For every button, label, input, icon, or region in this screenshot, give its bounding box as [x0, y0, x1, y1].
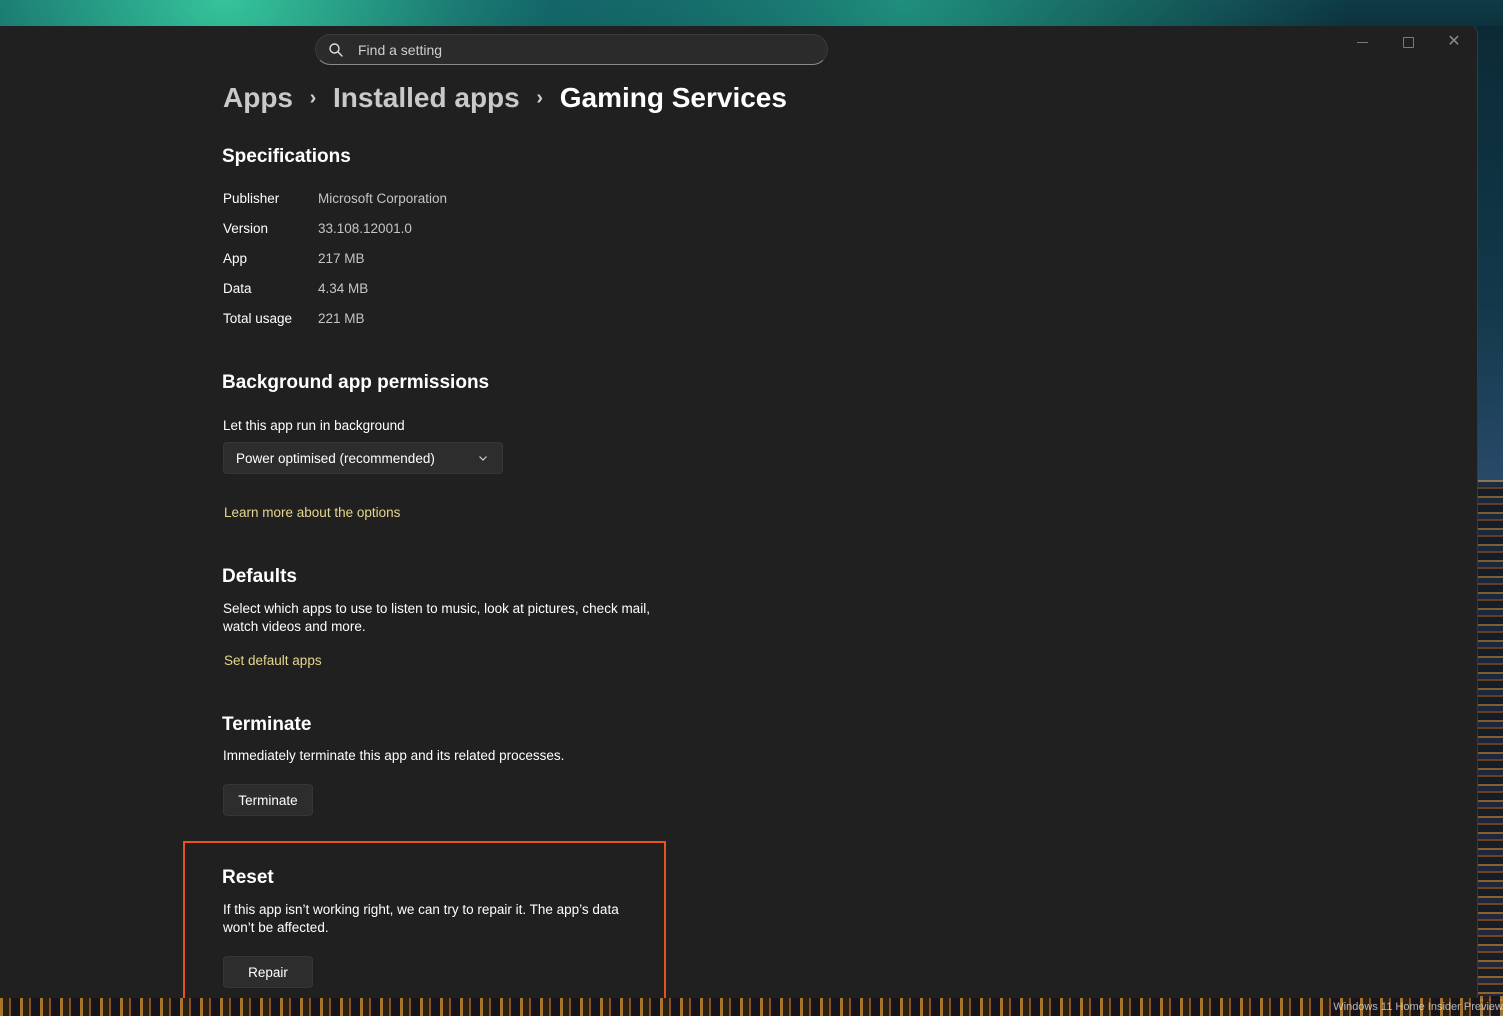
terminate-button[interactable]: Terminate — [223, 784, 313, 816]
minimize-icon — [1356, 41, 1368, 43]
maximize-icon — [1402, 36, 1414, 48]
spec-value: 4.34 MB — [318, 281, 369, 296]
caption-buttons: ✕ — [1339, 26, 1477, 58]
spec-label: Total usage — [223, 311, 293, 326]
breadcrumb-apps[interactable]: Apps — [223, 82, 293, 114]
minimize-button[interactable] — [1339, 26, 1385, 58]
spec-row-version: Version 33.108.12001.0 — [223, 221, 412, 236]
chevron-right-icon: › — [309, 86, 317, 109]
background-permissions-heading: Background app permissions — [222, 372, 490, 393]
spec-value: Microsoft Corporation — [318, 191, 448, 206]
wallpaper-right — [1477, 26, 1503, 486]
specifications-heading: Specifications — [222, 146, 351, 167]
spec-row-data: Data 4.34 MB — [223, 281, 368, 296]
close-button[interactable]: ✕ — [1431, 26, 1477, 58]
maximize-button[interactable] — [1385, 26, 1431, 58]
terminate-description: Immediately terminate this app and its r… — [223, 748, 565, 763]
background-permission-dropdown[interactable]: Power optimised (recommended) — [223, 442, 503, 474]
search-box[interactable] — [315, 34, 828, 65]
defaults-heading: Defaults — [222, 566, 297, 587]
set-default-apps-link[interactable]: Set default apps — [224, 653, 322, 668]
search-icon — [329, 42, 343, 57]
wallpaper-city-right — [1477, 480, 1503, 1016]
spec-value: 33.108.12001.0 — [318, 221, 412, 236]
spec-label: App — [223, 251, 248, 266]
settings-window: ✕ Apps › Installed apps › Gaming Service… — [0, 26, 1478, 998]
chevron-right-icon: › — [536, 86, 544, 109]
spec-row-total-usage: Total usage 221 MB — [223, 311, 365, 326]
page-title: Gaming Services — [559, 82, 787, 113]
close-icon: ✕ — [1447, 33, 1461, 50]
os-watermark: Windows 11 Home Insider Preview — [1333, 1001, 1503, 1013]
search-input[interactable] — [356, 40, 827, 59]
spec-row-app: App 217 MB — [223, 251, 365, 266]
spec-label: Publisher — [223, 191, 280, 206]
dropdown-selected-value: Power optimised (recommended) — [236, 450, 435, 466]
reset-highlight-box — [183, 841, 666, 998]
breadcrumb: Apps › Installed apps › Gaming Services — [223, 82, 787, 114]
spec-label: Version — [223, 221, 269, 236]
background-run-label: Let this app run in background — [223, 418, 405, 433]
defaults-description: Select which apps to use to listen to mu… — [223, 601, 650, 634]
spec-value: 217 MB — [318, 251, 365, 266]
chevron-down-icon — [479, 456, 487, 461]
terminate-heading: Terminate — [222, 714, 312, 735]
spec-label: Data — [223, 281, 252, 296]
wallpaper-city-bottom — [0, 996, 1503, 1016]
spec-row-publisher: Publisher Microsoft Corporation — [223, 191, 447, 206]
spec-value: 221 MB — [318, 311, 365, 326]
learn-more-link[interactable]: Learn more about the options — [224, 505, 400, 520]
breadcrumb-installed-apps[interactable]: Installed apps — [333, 82, 520, 114]
